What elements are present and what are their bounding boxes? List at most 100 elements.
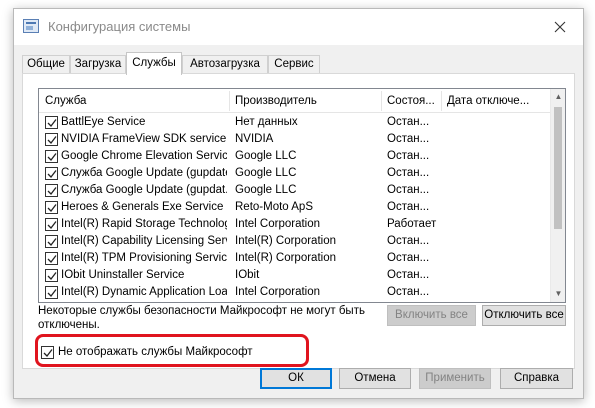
checkmark-icon bbox=[47, 187, 57, 195]
service-name: BattlEye Service bbox=[61, 116, 146, 128]
checkmark-icon bbox=[47, 238, 57, 246]
service-status: Остан... bbox=[387, 184, 430, 196]
service-checkbox[interactable] bbox=[45, 167, 58, 180]
column-date-disabled[interactable]: Дата отключе... bbox=[441, 89, 551, 113]
service-status: Работ... bbox=[387, 301, 441, 302]
ok-button[interactable]: ОК bbox=[260, 368, 332, 389]
service-manufacturer: NVIDIA bbox=[235, 133, 274, 145]
system-configuration-window: Конфигурация системы Общие Загрузка Служ… bbox=[13, 8, 584, 399]
checkmark-icon bbox=[47, 119, 57, 127]
table-row[interactable]: Работ... bbox=[39, 301, 551, 302]
column-status[interactable]: Состоя... bbox=[381, 89, 441, 113]
service-name: Intel(R) Rapid Storage Technology bbox=[61, 218, 227, 230]
tab-startup[interactable]: Автозагрузка bbox=[182, 55, 268, 74]
service-name: Intel(R) TPM Provisioning Service bbox=[61, 252, 227, 264]
msconfig-app-icon bbox=[23, 19, 39, 33]
service-name bbox=[61, 301, 227, 302]
enable-all-button[interactable]: Включить все bbox=[387, 305, 476, 326]
service-name: NVIDIA FrameView SDK service bbox=[61, 133, 227, 145]
close-button[interactable] bbox=[537, 9, 583, 45]
service-status: Остан... bbox=[387, 150, 430, 162]
table-row[interactable]: Служба Google Update (gupdate) Google LLC… bbox=[39, 165, 551, 182]
tab-tools[interactable]: Сервис bbox=[268, 55, 320, 74]
checkmark-icon bbox=[47, 221, 57, 229]
highlight-annotation bbox=[35, 334, 309, 367]
service-name: Служба Google Update (gupdate) bbox=[61, 167, 227, 179]
service-status: Остан... bbox=[387, 269, 430, 281]
service-manufacturer: Google LLC bbox=[235, 167, 297, 179]
service-checkbox[interactable] bbox=[45, 286, 58, 299]
service-name: Google Chrome Elevation Servic... bbox=[61, 150, 227, 162]
services-panel: Служба Производитель Состоя... Дата откл… bbox=[22, 73, 575, 369]
service-manufacturer: Нет данных bbox=[235, 116, 298, 128]
apply-button[interactable]: Применить bbox=[419, 368, 491, 389]
close-icon bbox=[554, 21, 566, 33]
vertical-scrollbar[interactable]: ▲ ▼ bbox=[550, 89, 565, 302]
service-status: Остан... bbox=[387, 286, 430, 298]
service-checkbox[interactable] bbox=[45, 150, 58, 163]
service-status: Работает bbox=[387, 218, 437, 230]
table-row[interactable]: IObit Uninstaller Service IObit Остан... bbox=[39, 267, 551, 284]
table-row[interactable]: Google Chrome Elevation Servic... Google … bbox=[39, 148, 551, 165]
disable-all-button[interactable]: Отключить все bbox=[482, 305, 566, 326]
checkmark-icon bbox=[47, 272, 57, 280]
service-manufacturer: Google LLC bbox=[235, 184, 297, 196]
title-bar[interactable]: Конфигурация системы bbox=[14, 9, 583, 45]
service-name: Intel(R) Capability Licensing Serv... bbox=[61, 235, 227, 247]
table-row[interactable]: Heroes & Generals Exe Service Reto-Moto A… bbox=[39, 199, 551, 216]
table-row[interactable]: Intel(R) Dynamic Application Loa... Intel… bbox=[39, 284, 551, 301]
list-header: Служба Производитель Состоя... Дата откл… bbox=[39, 89, 551, 113]
service-name: Intel(R) Dynamic Application Loa... bbox=[61, 286, 227, 298]
table-row[interactable]: NVIDIA FrameView SDK service NVIDIA Остан.… bbox=[39, 131, 551, 148]
service-manufacturer: Reto-Moto ApS bbox=[235, 201, 313, 213]
checkmark-icon bbox=[47, 289, 57, 297]
checkmark-icon bbox=[47, 170, 57, 178]
service-status: Остан... bbox=[387, 235, 430, 247]
service-status: Остан... bbox=[387, 133, 430, 145]
services-list[interactable]: Служба Производитель Состоя... Дата откл… bbox=[38, 88, 566, 303]
service-status: Остан... bbox=[387, 167, 430, 179]
service-checkbox[interactable] bbox=[45, 116, 58, 129]
service-manufacturer: Google LLC bbox=[235, 150, 297, 162]
checkmark-icon bbox=[47, 153, 57, 161]
scroll-down-icon[interactable]: ▼ bbox=[551, 286, 565, 302]
checkmark-icon bbox=[47, 136, 57, 144]
table-row[interactable]: Intel(R) TPM Provisioning Service Intel(R… bbox=[39, 250, 551, 267]
service-manufacturer: Intel(R) Corporation bbox=[235, 252, 336, 264]
table-row[interactable]: Intel(R) Rapid Storage Technology Intel C… bbox=[39, 216, 551, 233]
service-manufacturer: Intel Corporation bbox=[235, 286, 321, 298]
tab-boot[interactable]: Загрузка bbox=[70, 55, 126, 74]
table-row[interactable]: Служба Google Update (gupdat... Google LL… bbox=[39, 182, 551, 199]
service-name: Служба Google Update (gupdat... bbox=[61, 184, 227, 196]
service-checkbox[interactable] bbox=[45, 218, 58, 231]
service-name: Heroes & Generals Exe Service bbox=[61, 201, 224, 213]
service-status: Остан... bbox=[387, 201, 430, 213]
table-row[interactable]: Intel(R) Capability Licensing Serv... Int… bbox=[39, 233, 551, 250]
service-checkbox[interactable] bbox=[45, 133, 58, 146]
service-manufacturer bbox=[235, 301, 379, 302]
security-services-note: Некоторые службы безопасности Майкрософт… bbox=[38, 305, 365, 331]
cancel-button[interactable]: Отмена bbox=[339, 368, 411, 389]
service-manufacturer: IObit bbox=[235, 269, 260, 281]
checkmark-icon bbox=[47, 255, 57, 263]
tab-services[interactable]: Службы bbox=[126, 52, 182, 75]
checkmark-icon bbox=[47, 204, 57, 212]
column-manufacturer[interactable]: Производитель bbox=[229, 89, 381, 113]
scroll-up-icon[interactable]: ▲ bbox=[551, 89, 565, 105]
service-manufacturer: Intel(R) Corporation bbox=[235, 235, 336, 247]
service-checkbox[interactable] bbox=[45, 269, 58, 282]
help-button[interactable]: Справка bbox=[500, 368, 573, 389]
table-row[interactable]: BattlEye Service Нет данных Остан... bbox=[39, 114, 551, 131]
service-status: Остан... bbox=[387, 252, 430, 264]
scroll-thumb[interactable] bbox=[554, 107, 562, 229]
service-name: IObit Uninstaller Service bbox=[61, 269, 185, 281]
service-checkbox[interactable] bbox=[45, 235, 58, 248]
service-checkbox[interactable] bbox=[45, 201, 58, 214]
service-manufacturer: Intel Corporation bbox=[235, 218, 321, 230]
tab-general[interactable]: Общие bbox=[22, 55, 70, 74]
window-title: Конфигурация системы bbox=[48, 19, 191, 34]
service-checkbox[interactable] bbox=[45, 184, 58, 197]
service-checkbox[interactable] bbox=[45, 252, 58, 265]
service-status: Остан... bbox=[387, 116, 430, 128]
column-service[interactable]: Служба bbox=[39, 89, 229, 113]
